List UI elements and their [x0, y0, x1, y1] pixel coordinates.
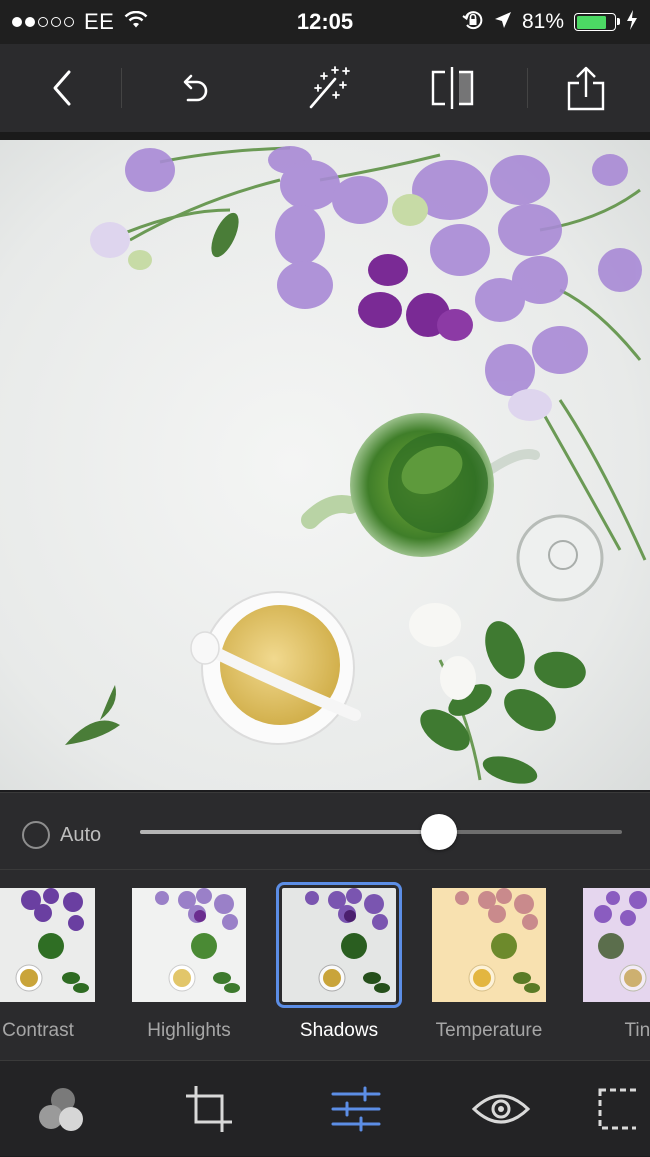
- top-toolbar: [0, 44, 650, 132]
- tint-thumbnail: [583, 888, 650, 1002]
- adjustment-strip: Contrast Highlights Shadows Temperature …: [0, 870, 650, 1060]
- auto-toggle[interactable]: Auto: [22, 821, 101, 849]
- slider-fill: [140, 830, 439, 834]
- back-chevron-icon[interactable]: [22, 44, 102, 132]
- slider-thumb[interactable]: [420, 814, 457, 850]
- share-icon[interactable]: [546, 44, 626, 132]
- battery-icon: [574, 13, 620, 31]
- charging-bolt-icon: [626, 9, 638, 35]
- auto-label: Auto: [60, 823, 102, 846]
- status-bar: EE 12:05 81%: [0, 0, 650, 44]
- adjustment-label: Tint: [624, 1020, 650, 1041]
- temperature-thumbnail: [432, 888, 546, 1002]
- photo-canvas[interactable]: [0, 140, 650, 790]
- presets-icon[interactable]: [16, 1061, 106, 1157]
- shadows-thumbnail: [276, 882, 402, 1008]
- auto-radio-icon[interactable]: [22, 821, 50, 849]
- adjustment-slider-row: Auto: [0, 792, 650, 870]
- adjustment-label: Shadows: [299, 1020, 379, 1041]
- adjustment-label: Highlights: [147, 1020, 231, 1041]
- orientation-lock-icon: [462, 9, 484, 36]
- eye-icon[interactable]: [456, 1061, 546, 1157]
- contrast-thumbnail: [0, 888, 95, 1002]
- location-arrow-icon: [494, 11, 512, 34]
- undo-icon[interactable]: [154, 44, 234, 132]
- highlights-thumbnail: [132, 888, 246, 1002]
- adjustment-slider[interactable]: [140, 814, 622, 850]
- adjust-sliders-icon[interactable]: [311, 1061, 401, 1157]
- adjustment-label: Temperature: [435, 1020, 543, 1041]
- vignette-icon[interactable]: [596, 1061, 650, 1157]
- bottom-tab-bar: [0, 1060, 650, 1156]
- magic-wand-icon[interactable]: [288, 44, 368, 132]
- battery-percent: 81%: [521, 10, 564, 33]
- compare-icon[interactable]: [412, 44, 492, 132]
- crop-icon[interactable]: [164, 1061, 254, 1157]
- adjustment-label: Contrast: [2, 1020, 74, 1041]
